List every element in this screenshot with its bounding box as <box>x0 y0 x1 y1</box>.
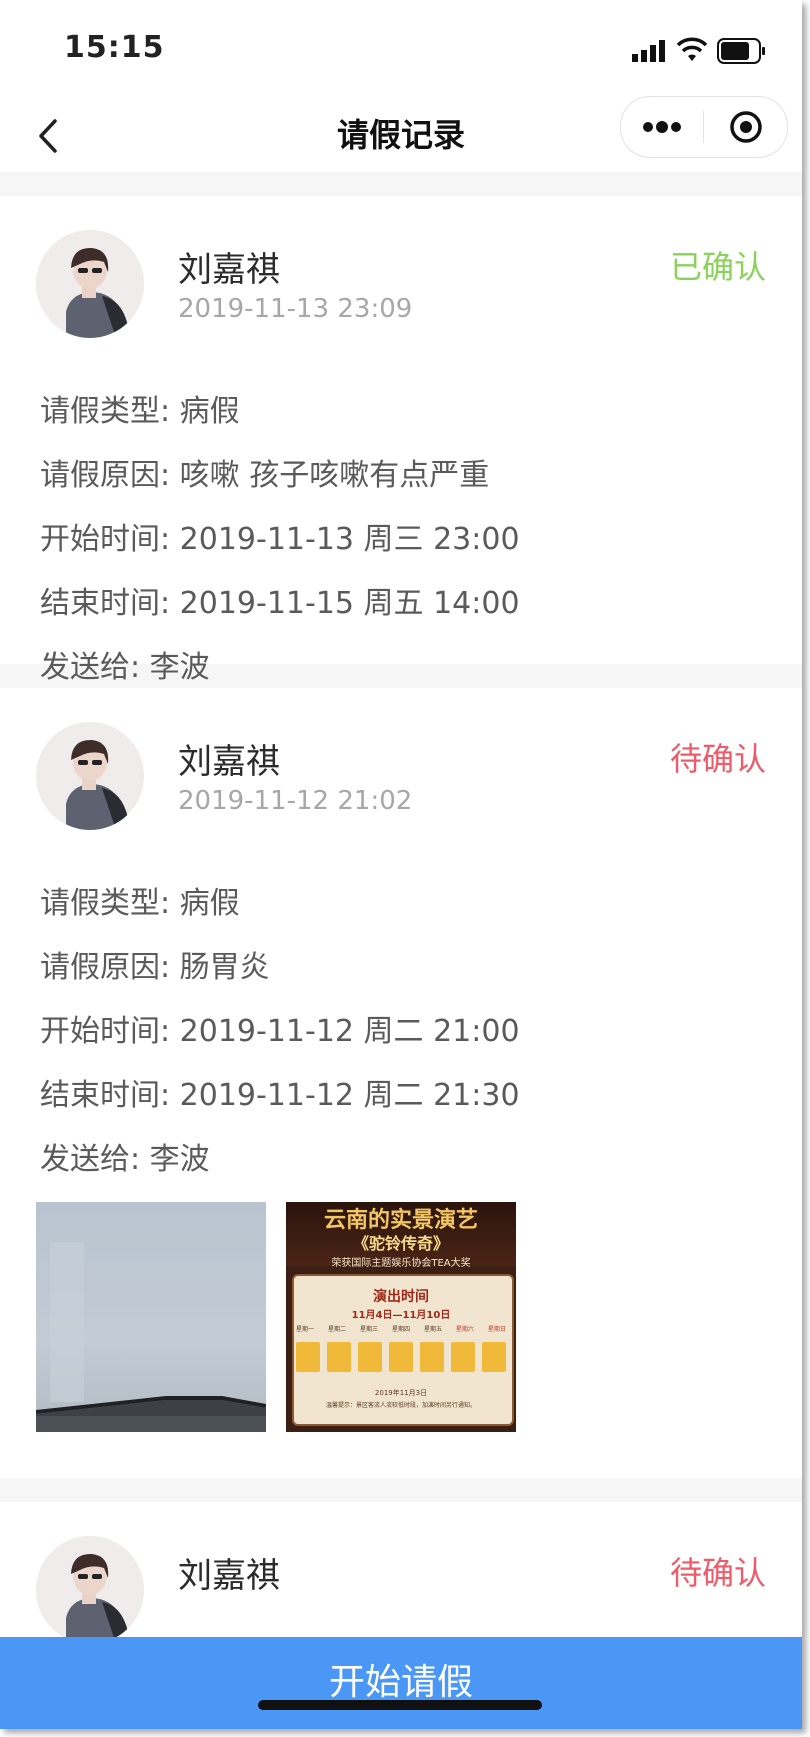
student-name: 刘嘉祺 <box>178 742 280 782</box>
avatar <box>36 230 144 338</box>
cellular-signal-icon <box>632 40 665 62</box>
field-value: 2019-11-13 周三 23:00 <box>179 522 520 557</box>
attachment-photo-foggy-skyline[interactable] <box>36 1202 266 1432</box>
field-label: 发送给: <box>40 650 141 685</box>
start-time-row: 开始时间: 2019-11-12 周二 21:00 <box>40 1000 520 1064</box>
field-label: 结束时间: <box>40 1078 171 1113</box>
field-value: 病假 <box>179 886 240 921</box>
poster-schedule-tiles <box>296 1342 506 1372</box>
poster-section-title: 演出时间 <box>373 1289 429 1305</box>
field-label: 请假类型: <box>40 394 171 429</box>
send-to-row: 发送给: 李波 <box>40 1128 520 1192</box>
leave-reason-row: 请假原因: 肠胃炎 <box>40 936 520 1000</box>
field-value: 咳嗽 孩子咳嗽有点严重 <box>179 458 490 493</box>
poster-footer-date: 2019年11月3日 <box>374 1389 428 1397</box>
target-circle-icon <box>730 111 762 143</box>
navigation-bar: 请假记录 <box>0 96 802 176</box>
status-badge: 待确认 <box>669 740 766 778</box>
home-indicator <box>258 1700 542 1710</box>
field-label: 结束时间: <box>40 586 171 621</box>
field-value: 李波 <box>149 1142 210 1177</box>
weekday-label: 星期日 <box>487 1326 506 1333</box>
end-time-row: 结束时间: 2019-11-15 周五 14:00 <box>40 572 520 636</box>
end-time-row: 结束时间: 2019-11-12 周二 21:30 <box>40 1064 520 1128</box>
student-name: 刘嘉祺 <box>178 1556 280 1596</box>
more-button[interactable] <box>621 97 703 157</box>
leave-record-card[interactable]: 刘嘉祺 2019-11-13 23:09 已确认 请假类型: 病假 请假原因: … <box>0 196 802 685</box>
poster-footer-note: 温馨提示：景区客流人流较低时段，加演时间另行通知。 <box>325 1402 476 1409</box>
field-value: 2019-11-12 周二 21:30 <box>179 1078 520 1113</box>
close-mini-program-button[interactable] <box>705 97 787 157</box>
poster-award: 荣获国际主题娱乐协会TEA大奖 <box>331 1258 471 1269</box>
avatar <box>36 1536 144 1644</box>
field-label: 发送给: <box>40 1142 141 1177</box>
leave-record-card[interactable]: 刘嘉祺 2019-11-12 21:02 待确认 请假类型: 病假 请假原因: … <box>0 688 802 1478</box>
field-value: 李波 <box>149 650 210 685</box>
weekday-label: 星期三 <box>359 1326 378 1333</box>
poster-subtitle: 《驼铃传奇》 <box>352 1234 449 1253</box>
weekday-label: 星期五 <box>423 1326 442 1333</box>
status-time: 15:15 <box>64 30 165 65</box>
student-name: 刘嘉祺 <box>178 250 280 290</box>
field-value: 2019-11-15 周五 14:00 <box>179 586 520 621</box>
start-time-row: 开始时间: 2019-11-13 周三 23:00 <box>40 508 520 572</box>
weekday-label: 星期四 <box>391 1326 410 1333</box>
status-bar: 15:15 <box>0 0 802 96</box>
leave-record-list: 刘嘉祺 2019-11-13 23:09 已确认 请假类型: 病假 请假原因: … <box>0 172 802 1729</box>
phone-screen: 15:15 请假记录 刘嘉祺 2019-11-13 23:09 已确认 请假类型… <box>0 0 802 1729</box>
poster-weekday-row: 星期一 星期二 星期三 星期四 星期五 星期六 星期日 <box>296 1324 506 1333</box>
attachment-photo-show-poster[interactable]: 云南的实景演艺 《驼铃传奇》 荣获国际主题娱乐协会TEA大奖 演出时间 11月4… <box>286 1202 516 1432</box>
mini-program-capsule <box>620 96 788 158</box>
leave-reason-row: 请假原因: 咳嗽 孩子咳嗽有点严重 <box>40 444 520 508</box>
capsule-divider <box>703 111 704 143</box>
weekday-label: 星期六 <box>455 1326 474 1333</box>
field-value: 2019-11-12 周二 21:00 <box>179 1014 520 1049</box>
field-label: 请假原因: <box>40 950 171 985</box>
submit-time: 2019-11-13 23:09 <box>178 294 413 324</box>
submit-time: 2019-11-12 21:02 <box>178 786 413 816</box>
more-dots-icon <box>643 121 681 133</box>
battery-icon <box>717 38 765 64</box>
weekday-label: 星期一 <box>296 1326 315 1333</box>
leave-type-row: 请假类型: 病假 <box>40 380 520 444</box>
field-label: 开始时间: <box>40 522 171 557</box>
leave-details: 请假类型: 病假 请假原因: 咳嗽 孩子咳嗽有点严重 开始时间: 2019-11… <box>40 380 520 700</box>
section-gap <box>0 1478 802 1502</box>
leave-details: 请假类型: 病假 请假原因: 肠胃炎 开始时间: 2019-11-12 周二 2… <box>40 872 520 1192</box>
field-label: 开始时间: <box>40 1014 171 1049</box>
field-value: 病假 <box>179 394 240 429</box>
attachment-photos: 云南的实景演艺 《驼铃传奇》 荣获国际主题娱乐协会TEA大奖 演出时间 11月4… <box>36 1202 516 1432</box>
avatar <box>36 722 144 830</box>
status-badge: 待确认 <box>669 1554 766 1592</box>
bottom-action-bar: 开始请假 <box>0 1637 802 1729</box>
section-gap <box>0 172 802 196</box>
leave-type-row: 请假类型: 病假 <box>40 872 520 936</box>
poster-dates: 11月4日—11月10日 <box>351 1310 451 1321</box>
field-label: 请假类型: <box>40 886 171 921</box>
status-badge: 已确认 <box>669 248 766 286</box>
field-value: 肠胃炎 <box>179 950 270 985</box>
wifi-icon <box>677 37 707 61</box>
weekday-label: 星期二 <box>327 1326 346 1333</box>
field-label: 请假原因: <box>40 458 171 493</box>
